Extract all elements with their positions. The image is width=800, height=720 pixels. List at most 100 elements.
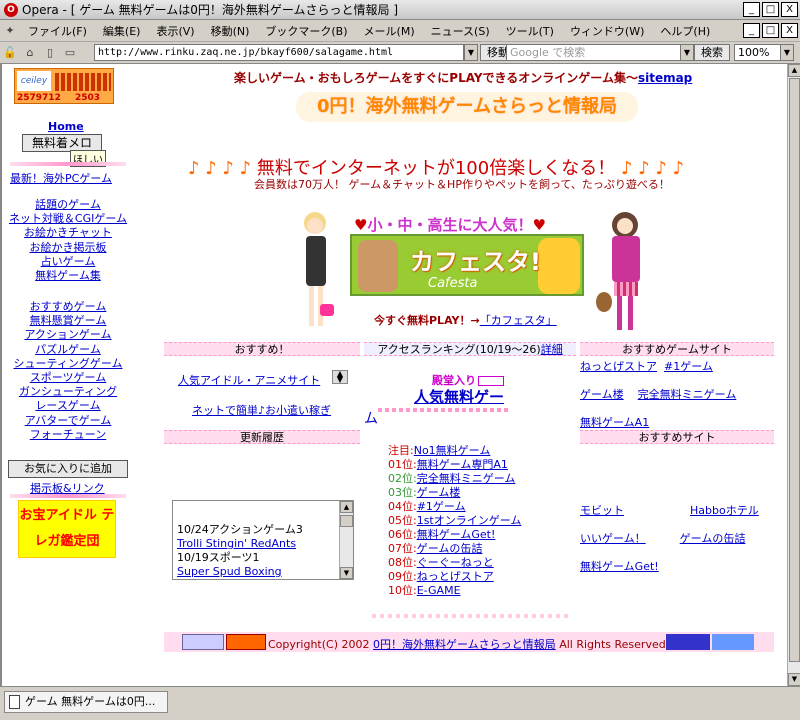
recommend-link-1[interactable]: 人気アイドル・アニメサイト xyxy=(178,372,320,388)
scroll-down-icon[interactable]: ▼ xyxy=(340,567,353,579)
nav-link-puzzle[interactable]: パズルゲーム xyxy=(35,343,101,356)
osusume-link-1[interactable]: モビット xyxy=(580,504,624,517)
home-link[interactable]: Home xyxy=(48,120,84,133)
update-link[interactable]: Trolli Stingin' RedAnts xyxy=(177,537,303,551)
scroll-up-icon[interactable]: ▲ xyxy=(340,501,353,513)
ranking-link[interactable]: 無料ゲームGet! xyxy=(417,528,496,541)
nav-link-drawboard[interactable]: お絵かき掲示板 xyxy=(30,241,107,254)
menu-navigate[interactable]: 移動(N) xyxy=(203,23,258,39)
nav-home[interactable]: Home xyxy=(48,120,84,133)
update-link[interactable]: Super Spud Boxing xyxy=(177,565,303,579)
home-icon[interactable]: ⌂ xyxy=(22,45,38,61)
idol-banner[interactable]: お宝アイドル テレガ鑑定団 xyxy=(18,500,116,558)
cafesta-banner[interactable]: カフェスタ! Cafesta xyxy=(350,234,584,296)
footer-site-link[interactable]: 0円！海外無料ゲームさらっと情報局 xyxy=(373,638,556,651)
add-favorite-button[interactable]: お気に入りに追加 xyxy=(8,460,128,478)
nav-link-shooting[interactable]: シューティングゲーム xyxy=(13,357,122,370)
ranking-link[interactable]: ゲーム楼 xyxy=(417,486,461,499)
rec-site-4[interactable]: 完全無料ミニゲーム xyxy=(638,388,737,401)
footer-badge-2-icon[interactable] xyxy=(226,634,266,650)
menu-mail[interactable]: メール(M) xyxy=(356,23,423,39)
updates-box[interactable]: 10/24アクションゲーム3 Trolli Stingin' RedAnts 10/… xyxy=(172,500,354,580)
menu-view[interactable]: 表示(V) xyxy=(148,23,202,39)
menu-bookmarks[interactable]: ブックマーク(B) xyxy=(257,23,355,39)
doc-minimize-button[interactable]: _ xyxy=(743,23,760,38)
menu-file[interactable]: ファイル(F) xyxy=(20,23,95,39)
ranking-detail-link[interactable]: 詳細 xyxy=(541,343,563,356)
rec-site-3[interactable]: ゲーム楼 xyxy=(580,388,624,401)
ranking-link[interactable]: 完全無料ミニゲーム xyxy=(417,472,516,485)
doc-restore-button[interactable]: □ xyxy=(762,23,779,38)
nav-link-netgame[interactable]: ネット対戦＆CGIゲーム xyxy=(9,212,127,225)
address-input[interactable]: http://www.rinku.zaq.ne.jp/bkayf600/sala… xyxy=(94,44,464,61)
osusume-link-3[interactable]: いいゲーム！ xyxy=(580,532,646,545)
rec-site-5[interactable]: 無料ゲームA1 xyxy=(580,416,649,429)
scroll-thumb[interactable] xyxy=(340,515,353,527)
page-scroll-down-icon[interactable]: ▼ xyxy=(788,673,800,686)
nav-link-drawchat[interactable]: お絵かきチャット xyxy=(24,226,112,239)
promo-line2: 会員数は70万人！ ゲーム＆チャット＆HP作りやペットを飼って、たっぷり遊べる！ xyxy=(254,178,670,191)
osusume-list: モビット Habboホテル いいゲーム！ ゲームの缶詰 無料ゲームGet! xyxy=(580,504,780,574)
idol-anime-link[interactable]: 人気アイドル・アニメサイト xyxy=(178,374,320,387)
lock-icon[interactable]: 🔓 xyxy=(2,45,18,61)
nav-link-fortune2[interactable]: フォーチューン xyxy=(30,428,106,441)
print-icon[interactable]: ▭ xyxy=(62,45,78,61)
page-scrollbar[interactable]: ▲ ▼ xyxy=(787,64,800,686)
recommend-link-2[interactable]: ネットで簡単♪お小遣い稼ぎ xyxy=(192,402,331,418)
search-button[interactable]: 検索 xyxy=(694,44,730,61)
maximize-button[interactable]: □ xyxy=(762,2,779,17)
cafesta-link[interactable]: 「カフェスタ」 xyxy=(480,314,557,327)
search-input[interactable]: Google で検索 xyxy=(506,44,682,61)
updates-scrollbar[interactable]: ▲ ▼ xyxy=(339,501,353,579)
nav-link-freegames[interactable]: 無料ゲーム集 xyxy=(35,269,101,282)
menu-news[interactable]: ニュース(S) xyxy=(423,23,498,39)
nav-link-sports[interactable]: スポーツゲーム xyxy=(30,371,106,384)
zoom-dropdown[interactable]: ▼ xyxy=(780,44,794,61)
minimize-button[interactable]: _ xyxy=(743,2,760,17)
nav-link-gunshooting[interactable]: ガンシューティング xyxy=(19,385,117,398)
nav-link-action[interactable]: アクションゲーム xyxy=(24,328,111,341)
nav-link-race[interactable]: レースゲーム xyxy=(35,399,100,412)
osusume-link-4[interactable]: ゲームの缶詰 xyxy=(680,532,746,545)
zoom-select[interactable]: 100% xyxy=(734,44,782,61)
footer-badge-3-icon[interactable] xyxy=(666,634,710,650)
page-scroll-up-icon[interactable]: ▲ xyxy=(788,64,800,77)
ranking-link[interactable]: ゲームの缶詰 xyxy=(417,542,483,555)
popular-games-link[interactable]: 人気無料ゲー xyxy=(414,388,504,406)
newest-link[interactable]: 最新！海外PCゲーム xyxy=(10,172,112,185)
page-tab[interactable]: ゲーム 無料ゲームは0円... xyxy=(4,691,168,713)
menu-window[interactable]: ウィンドウ(W) xyxy=(562,23,652,39)
sitemap-link[interactable]: sitemap xyxy=(638,71,692,85)
doc-close-button[interactable]: X xyxy=(781,23,798,38)
menu-tools[interactable]: ツール(T) xyxy=(498,23,562,39)
nav-newest[interactable]: 最新！海外PCゲーム xyxy=(10,170,112,186)
address-dropdown[interactable]: ▼ xyxy=(464,44,478,61)
spin-control[interactable]: ▲ ▼ xyxy=(332,370,348,384)
rec-site-2[interactable]: #1ゲーム xyxy=(664,360,713,373)
page-scroll-thumb[interactable] xyxy=(789,78,800,662)
close-button[interactable]: X xyxy=(781,2,798,17)
footer-badge-1-icon[interactable] xyxy=(182,634,224,650)
ranking-link[interactable]: #1ゲーム xyxy=(417,500,466,513)
earn-money-link[interactable]: ネットで簡単♪お小遣い稼ぎ xyxy=(192,404,331,417)
osusume-link-5[interactable]: 無料ゲームGet! xyxy=(580,560,659,573)
rec-site-1[interactable]: ねっとげストア xyxy=(580,360,657,373)
osusume-link-2[interactable]: Habboホテル xyxy=(690,504,759,517)
nav-link-prize[interactable]: 無料懸賞ゲーム xyxy=(30,314,107,327)
ranking-link[interactable]: ぐーぐーねっと xyxy=(417,556,494,569)
hall-link[interactable]: 人気無料ゲー xyxy=(414,386,504,407)
nav-link-topic[interactable]: 話題のゲーム xyxy=(35,198,101,211)
ranking-link[interactable]: No1無料ゲーム xyxy=(414,444,491,457)
page-icon[interactable]: ▯ xyxy=(42,45,58,61)
nav-link-avatar[interactable]: アバターでゲーム xyxy=(25,414,112,427)
menu-edit[interactable]: 編集(E) xyxy=(95,23,149,39)
footer-badge-4-icon[interactable] xyxy=(712,634,754,650)
menu-help[interactable]: ヘルプ(H) xyxy=(652,23,718,39)
ranking-link[interactable]: ねっとげストア xyxy=(417,570,494,583)
search-dropdown[interactable]: ▼ xyxy=(680,44,694,61)
ranking-link[interactable]: E-GAME xyxy=(417,584,461,597)
nav-link-recommend[interactable]: おすすめゲーム xyxy=(30,300,107,313)
ranking-link[interactable]: 1stオンラインゲーム xyxy=(417,514,522,527)
ranking-link[interactable]: 無料ゲーム専門A1 xyxy=(417,458,508,471)
nav-link-fortune[interactable]: 占いゲーム xyxy=(41,255,96,268)
